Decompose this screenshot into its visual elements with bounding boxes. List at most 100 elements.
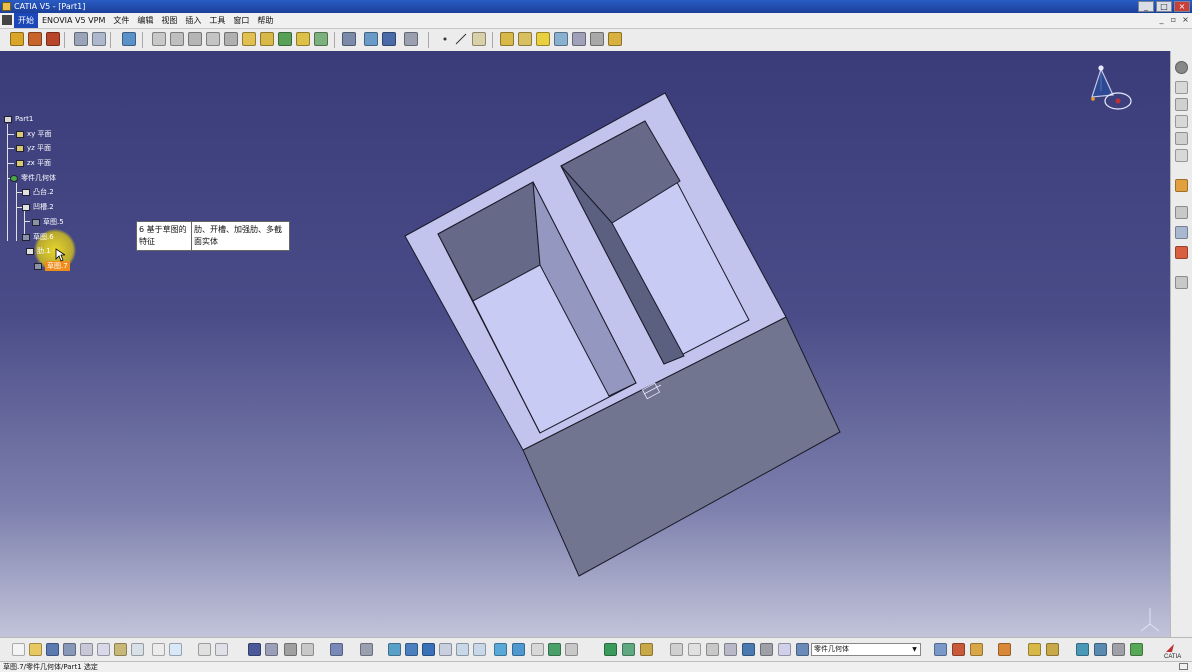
menu-tools[interactable]: 工具 <box>205 13 229 28</box>
select-icon[interactable] <box>1175 179 1188 192</box>
menu-file[interactable]: 文件 <box>109 13 133 28</box>
transform-icon[interactable] <box>342 32 356 46</box>
tool-icon[interactable] <box>1175 132 1188 145</box>
update-icon[interactable] <box>330 643 343 656</box>
swap-space-icon[interactable] <box>565 643 578 656</box>
knowledge-icon[interactable] <box>301 643 314 656</box>
redo-icon[interactable] <box>152 643 165 656</box>
menu-start[interactable]: 开始 <box>14 13 38 28</box>
fillet-icon[interactable] <box>242 32 256 46</box>
menu-edit[interactable]: 编辑 <box>133 13 157 28</box>
loft-icon[interactable] <box>224 32 238 46</box>
pattern-icon[interactable] <box>382 32 396 46</box>
shaft-icon[interactable] <box>46 32 60 46</box>
hand-icon[interactable] <box>688 643 701 656</box>
cut-icon[interactable] <box>80 643 93 656</box>
hole-icon[interactable] <box>152 32 166 46</box>
tree-item-zx-plane[interactable]: zx 平面 <box>16 158 51 168</box>
drawing-icon[interactable] <box>1076 643 1089 656</box>
work-object-icon[interactable] <box>796 643 809 656</box>
layer-icon[interactable] <box>122 32 136 46</box>
3d-viewport[interactable] <box>0 51 1170 637</box>
measure-icon[interactable] <box>1175 206 1188 219</box>
catia-app-icon[interactable] <box>2 2 11 11</box>
minimize-button[interactable]: _ <box>1138 1 1154 12</box>
comment-icon[interactable] <box>215 643 228 656</box>
formula-icon[interactable] <box>198 643 211 656</box>
line-icon[interactable] <box>454 32 468 46</box>
iso-view-icon[interactable] <box>512 643 525 656</box>
hide-show-icon[interactable] <box>548 643 561 656</box>
pocket-icon[interactable] <box>28 32 42 46</box>
parameters-icon[interactable] <box>604 643 617 656</box>
stiffener-icon[interactable] <box>206 32 220 46</box>
constraint-icon[interactable] <box>404 32 418 46</box>
catalog-icon[interactable] <box>284 643 297 656</box>
help-icon[interactable] <box>169 643 182 656</box>
document-menu-icon[interactable] <box>2 15 12 25</box>
tree-item-body[interactable]: 零件几何体 <box>10 173 56 183</box>
rib-icon[interactable] <box>170 32 184 46</box>
chevron-down-icon[interactable]: ▼ <box>910 644 919 655</box>
axis-system-icon[interactable] <box>590 32 604 46</box>
zoom-in-icon[interactable] <box>456 643 469 656</box>
save-icon[interactable] <box>46 643 59 656</box>
numeric-icon[interactable] <box>724 643 737 656</box>
tools-icon[interactable] <box>1112 643 1125 656</box>
menu-help[interactable]: 帮助 <box>253 13 277 28</box>
layout-icon[interactable] <box>742 643 755 656</box>
open-file-icon[interactable] <box>29 643 42 656</box>
undo-icon[interactable] <box>131 643 144 656</box>
material-icon[interactable] <box>952 643 965 656</box>
paste-icon[interactable] <box>114 643 127 656</box>
tool-icon[interactable] <box>1175 149 1188 162</box>
tree-root[interactable]: Part1 <box>4 114 33 124</box>
thickness-icon[interactable] <box>314 32 328 46</box>
tree-item-xy-plane[interactable]: xy 平面 <box>16 129 52 139</box>
tool-icon[interactable] <box>1175 98 1188 111</box>
doc-minimize-icon[interactable]: _ <box>1157 15 1166 24</box>
mirror-icon[interactable] <box>364 32 378 46</box>
fit-all-icon[interactable] <box>405 643 418 656</box>
analysis-icon[interactable] <box>1175 226 1188 239</box>
compass-icon[interactable] <box>1091 65 1132 110</box>
close-button[interactable]: × <box>1174 1 1190 12</box>
menu-window[interactable]: 窗口 <box>229 13 253 28</box>
slot-icon[interactable] <box>188 32 202 46</box>
tree-item-sketch-a[interactable]: 草图.5 <box>32 217 64 227</box>
zoom-out-icon[interactable] <box>473 643 486 656</box>
plane-icon[interactable] <box>472 32 486 46</box>
remove-lump-icon[interactable] <box>572 32 586 46</box>
cut-plane-icon[interactable] <box>760 643 773 656</box>
render-icon[interactable] <box>1175 246 1188 259</box>
copy-icon[interactable] <box>97 643 110 656</box>
tree-item-pocket[interactable]: 凹槽.2 <box>22 202 54 212</box>
sketcher-icon[interactable] <box>1175 276 1188 289</box>
rotate-view-icon[interactable] <box>670 643 683 656</box>
work-object-select[interactable]: 零件几何体 ▼ <box>811 643 921 656</box>
tree-item-yz-plane[interactable]: yz 平面 <box>16 143 51 153</box>
assembly-icon[interactable] <box>1028 643 1041 656</box>
status-keyboard-icon[interactable] <box>1179 663 1188 670</box>
axis-view-icon[interactable] <box>706 643 719 656</box>
maximize-button[interactable]: □ <box>1156 1 1172 12</box>
constraints-icon[interactable] <box>934 643 947 656</box>
sheet-icon[interactable] <box>1094 643 1107 656</box>
sketch-icon[interactable] <box>74 32 88 46</box>
boolean-add-icon[interactable] <box>500 32 514 46</box>
shading-icon[interactable] <box>531 643 544 656</box>
bottle-icon[interactable] <box>970 643 983 656</box>
doc-close-icon[interactable]: × <box>1181 15 1190 24</box>
tree-item-rib[interactable]: 肋.1 <box>26 246 51 256</box>
new-file-icon[interactable] <box>12 643 25 656</box>
check-icon[interactable] <box>640 643 653 656</box>
boolean-intersect-icon[interactable] <box>536 32 550 46</box>
lines-icon[interactable] <box>778 643 791 656</box>
tree-item-sketch-selected[interactable]: 草图.7 <box>34 261 70 271</box>
rotate-icon[interactable] <box>439 643 452 656</box>
positioned-sketch-icon[interactable] <box>92 32 106 46</box>
design-table-icon[interactable] <box>265 643 278 656</box>
pen-icon[interactable] <box>1130 643 1143 656</box>
point-icon[interactable] <box>438 32 452 46</box>
tree-item-sketch-b[interactable]: 草图.6 <box>22 232 54 242</box>
